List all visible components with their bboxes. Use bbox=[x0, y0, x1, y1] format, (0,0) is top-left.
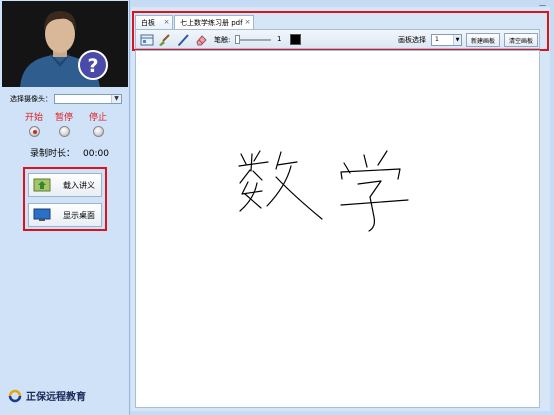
stop-control[interactable]: 停止 bbox=[88, 110, 108, 137]
handwriting-strokes bbox=[238, 150, 409, 232]
brand: 正保远程教育 bbox=[8, 388, 86, 403]
start-label: 开始 bbox=[24, 113, 43, 123]
recording-label: 录制时长： bbox=[30, 149, 76, 159]
start-control[interactable]: 开始 bbox=[24, 110, 44, 137]
show-desktop-label: 显示桌面 bbox=[63, 210, 95, 220]
load-handout-label: 载入讲义 bbox=[63, 180, 95, 190]
monitor-icon bbox=[33, 208, 51, 221]
toolbar-highlight bbox=[132, 11, 549, 51]
svg-text:?: ? bbox=[87, 55, 98, 77]
load-handout-button[interactable]: 载入讲义 bbox=[28, 173, 102, 197]
show-desktop-button[interactable]: 显示桌面 bbox=[28, 203, 102, 227]
left-buttons-highlight: 载入讲义 显示桌面 bbox=[23, 167, 107, 231]
camera-select[interactable]: ▼ bbox=[54, 94, 122, 104]
left-panel: ? 选择摄像头： ▼ 开始 暂停 停止 录制时长： 00:00 载入讲义 显示桌… bbox=[0, 0, 130, 415]
load-handout-icon bbox=[33, 178, 51, 192]
stop-icon[interactable] bbox=[92, 126, 104, 137]
brand-name: 正保远程教育 bbox=[26, 392, 86, 403]
pause-icon[interactable] bbox=[58, 126, 70, 137]
drawing-canvas[interactable] bbox=[135, 50, 540, 408]
stop-label: 停止 bbox=[88, 113, 107, 123]
pause-control[interactable]: 暂停 bbox=[54, 110, 74, 137]
brand-logo-icon bbox=[8, 389, 22, 402]
chevron-down-icon[interactable]: ▼ bbox=[111, 95, 121, 103]
whiteboard-area: 白板 × 七上数学练习册 pdf × 笔触: 1 画板选择 1 ▼ 新建画板 清… bbox=[131, 7, 550, 411]
recording-value: 00:00 bbox=[83, 149, 109, 159]
camera-select-row: 选择摄像头： ▼ bbox=[10, 93, 122, 105]
camera-preview: ? bbox=[2, 1, 128, 87]
camera-select-label: 选择摄像头： bbox=[10, 95, 52, 103]
record-icon[interactable] bbox=[28, 126, 40, 137]
recording-duration: 录制时长： 00:00 bbox=[30, 146, 109, 159]
pause-label: 暂停 bbox=[54, 113, 73, 123]
